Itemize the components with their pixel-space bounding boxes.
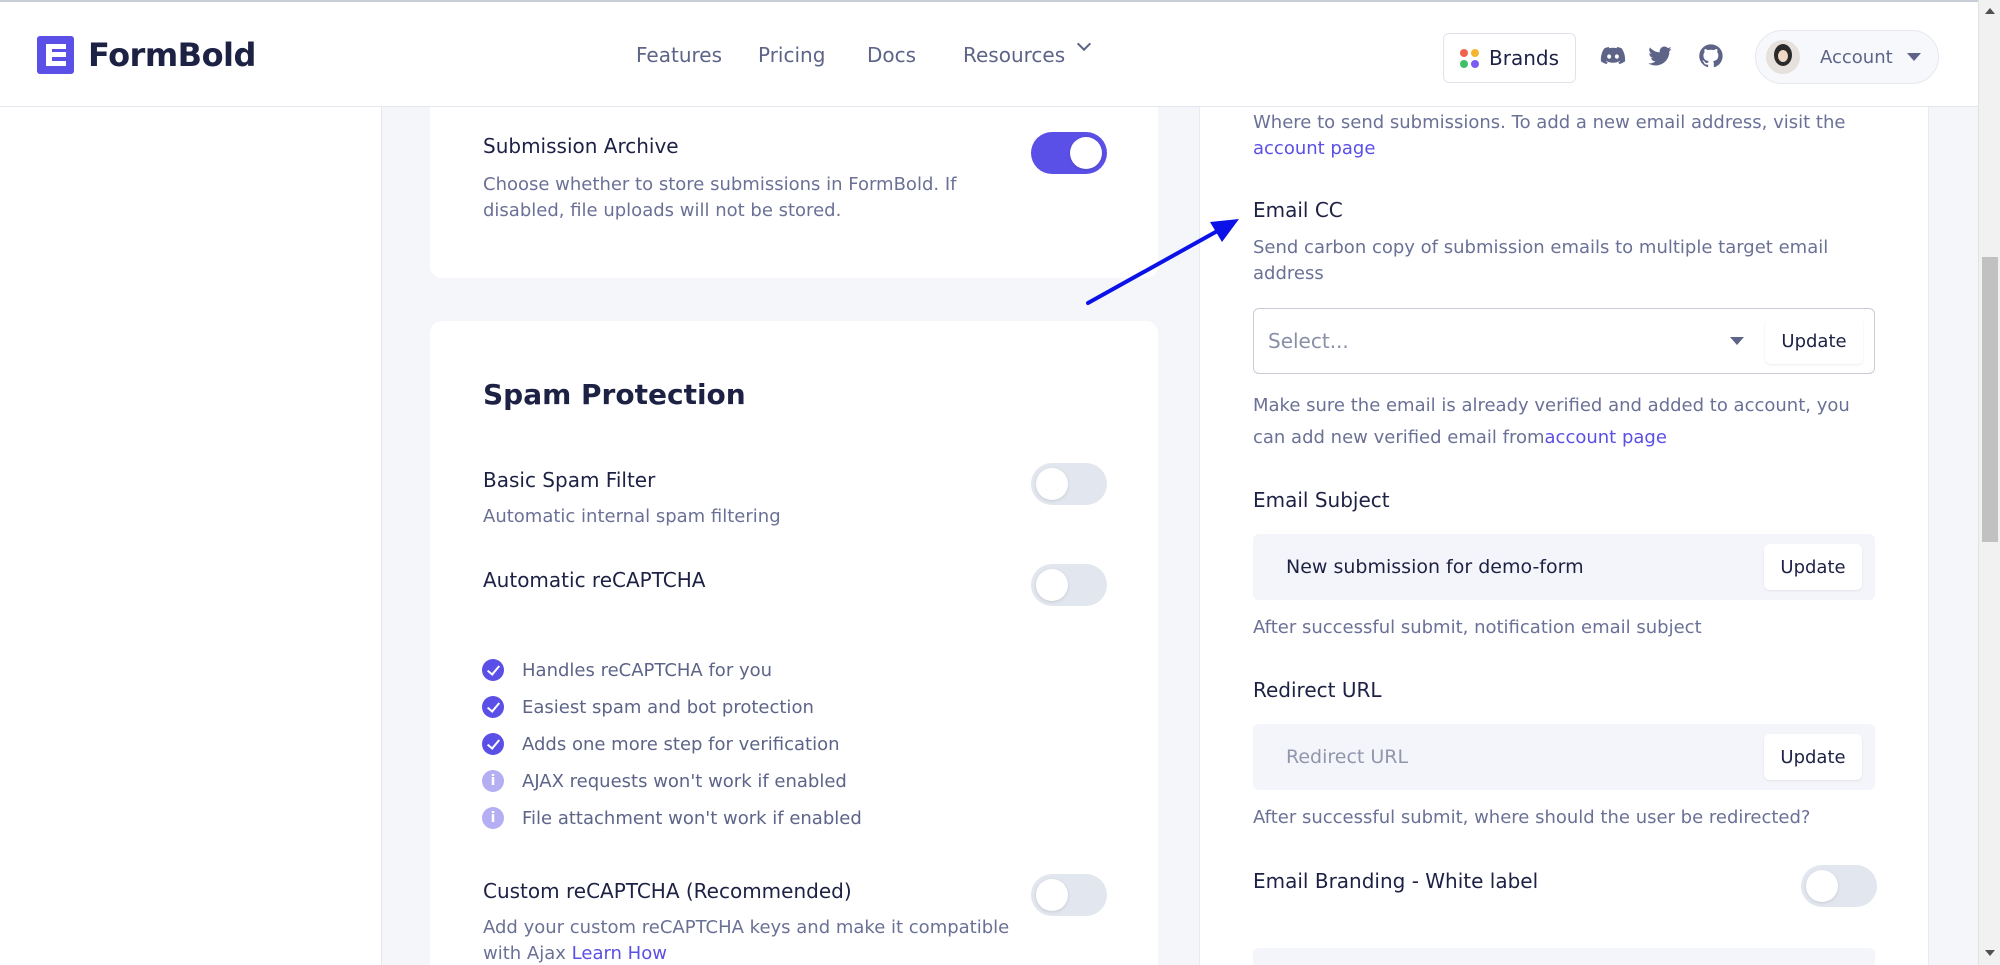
chevron-down-icon: [1077, 36, 1092, 52]
page-scrollbar[interactable]: [1978, 0, 2000, 965]
account-page-link[interactable]: account page: [1545, 427, 1667, 448]
scroll-down-icon[interactable]: [1985, 950, 1995, 956]
custom-recaptcha-toggle[interactable]: [1031, 874, 1107, 916]
info-icon: i: [482, 770, 504, 792]
nav-docs[interactable]: Docs: [867, 43, 916, 67]
list-item: Adds one more step for verification: [482, 733, 840, 755]
spam-protection-card: Spam Protection Basic Spam Filter Automa…: [430, 321, 1158, 965]
custom-recaptcha-desc-text: Add your custom reCAPTCHA keys and make …: [483, 917, 1010, 964]
brands-button[interactable]: Brands: [1443, 33, 1576, 83]
email-cc-title: Email CC: [1253, 198, 1343, 222]
learn-how-link[interactable]: Learn How: [572, 943, 667, 964]
redirect-url-input[interactable]: Redirect URL: [1286, 746, 1408, 768]
avatar: [1766, 40, 1800, 74]
account-label: Account: [1820, 46, 1893, 68]
email-subject-update-button[interactable]: Update: [1764, 544, 1862, 590]
submission-archive-desc: Choose whether to store submissions in F…: [483, 174, 957, 221]
redirect-url-help: After successful submit, where should th…: [1253, 807, 1811, 828]
nav-resources-label: Resources: [963, 43, 1066, 67]
automatic-recaptcha-toggle[interactable]: [1031, 564, 1107, 606]
email-branding-toggle[interactable]: [1801, 865, 1877, 907]
feature-text: Easiest spam and bot protection: [522, 696, 814, 718]
nav-resources[interactable]: Resources: [963, 36, 1092, 67]
nav-features[interactable]: Features: [636, 43, 722, 67]
redirect-url-update-button[interactable]: Update: [1764, 734, 1862, 780]
check-icon: [482, 659, 504, 681]
scrollbar-thumb[interactable]: [1982, 257, 1998, 542]
email-to-desc: Where to send submissions. To add a new …: [1253, 110, 1873, 162]
email-cc-desc: Send carbon copy of submission emails to…: [1253, 237, 1829, 284]
caret-down-icon: [1906, 53, 1921, 61]
custom-recaptcha-title: Custom reCAPTCHA (Recommended): [483, 879, 852, 903]
spam-protection-title: Spam Protection: [483, 378, 746, 411]
list-item: Handles reCAPTCHA for you: [482, 659, 772, 681]
submission-archive-title: Submission Archive: [483, 134, 679, 158]
email-subject-field[interactable]: New submission for demo-form Update: [1253, 534, 1875, 600]
formbold-logo[interactable]: FormBold: [37, 36, 256, 74]
top-navbar: FormBold Features Pricing Docs Resources…: [0, 0, 1978, 107]
info-icon: i: [482, 807, 504, 829]
discord-icon[interactable]: [1599, 42, 1627, 70]
email-cc-select-placeholder: Select...: [1268, 329, 1349, 353]
automatic-recaptcha-title: Automatic reCAPTCHA: [483, 568, 706, 592]
email-subject-input[interactable]: New submission for demo-form: [1286, 556, 1584, 578]
nav-pricing[interactable]: Pricing: [758, 43, 825, 67]
account-page-link[interactable]: account page: [1253, 138, 1375, 159]
check-icon: [482, 696, 504, 718]
email-subject-title: Email Subject: [1253, 488, 1390, 512]
basic-spam-filter-title: Basic Spam Filter: [483, 468, 656, 492]
list-item: i File attachment won't work if enabled: [482, 807, 862, 829]
brands-grid-icon: [1460, 48, 1479, 68]
feature-text: AJAX requests won't work if enabled: [522, 770, 847, 792]
account-menu[interactable]: Account: [1755, 30, 1939, 84]
left-sidebar: [0, 107, 382, 965]
brand-name: FormBold: [88, 36, 256, 74]
email-cc-update-button[interactable]: Update: [1765, 318, 1863, 364]
basic-spam-filter-toggle[interactable]: [1031, 463, 1107, 505]
redirect-url-field[interactable]: Redirect URL Update: [1253, 724, 1875, 790]
feature-text: Handles reCAPTCHA for you: [522, 659, 773, 681]
brands-label: Brands: [1489, 46, 1559, 70]
email-subject-help: After successful submit, notification em…: [1253, 617, 1702, 638]
list-item: Easiest spam and bot protection: [482, 696, 814, 718]
redirect-url-title: Redirect URL: [1253, 678, 1382, 702]
scroll-up-icon[interactable]: [1985, 8, 1995, 14]
twitter-icon[interactable]: [1646, 42, 1674, 70]
next-field: [1253, 948, 1875, 965]
formbold-logo-icon: [37, 36, 74, 74]
caret-down-icon[interactable]: [1730, 337, 1744, 345]
email-cc-select[interactable]: Select... Update: [1253, 308, 1875, 374]
email-branding-title: Email Branding - White label: [1253, 869, 1539, 893]
custom-recaptcha-desc: Add your custom reCAPTCHA keys and make …: [483, 915, 1043, 965]
github-icon[interactable]: [1697, 42, 1725, 70]
basic-spam-filter-desc: Automatic internal spam filtering: [483, 506, 781, 527]
annotation-arrow-icon: [1086, 219, 1239, 305]
feature-text: Adds one more step for verification: [522, 733, 840, 755]
email-to-desc-text: Where to send submissions. To add a new …: [1253, 112, 1846, 133]
list-item: i AJAX requests won't work if enabled: [482, 770, 847, 792]
check-icon: [482, 733, 504, 755]
feature-text: File attachment won't work if enabled: [522, 807, 862, 829]
submission-archive-toggle[interactable]: [1031, 132, 1107, 174]
email-cc-note: Make sure the email is already verified …: [1253, 390, 1878, 454]
